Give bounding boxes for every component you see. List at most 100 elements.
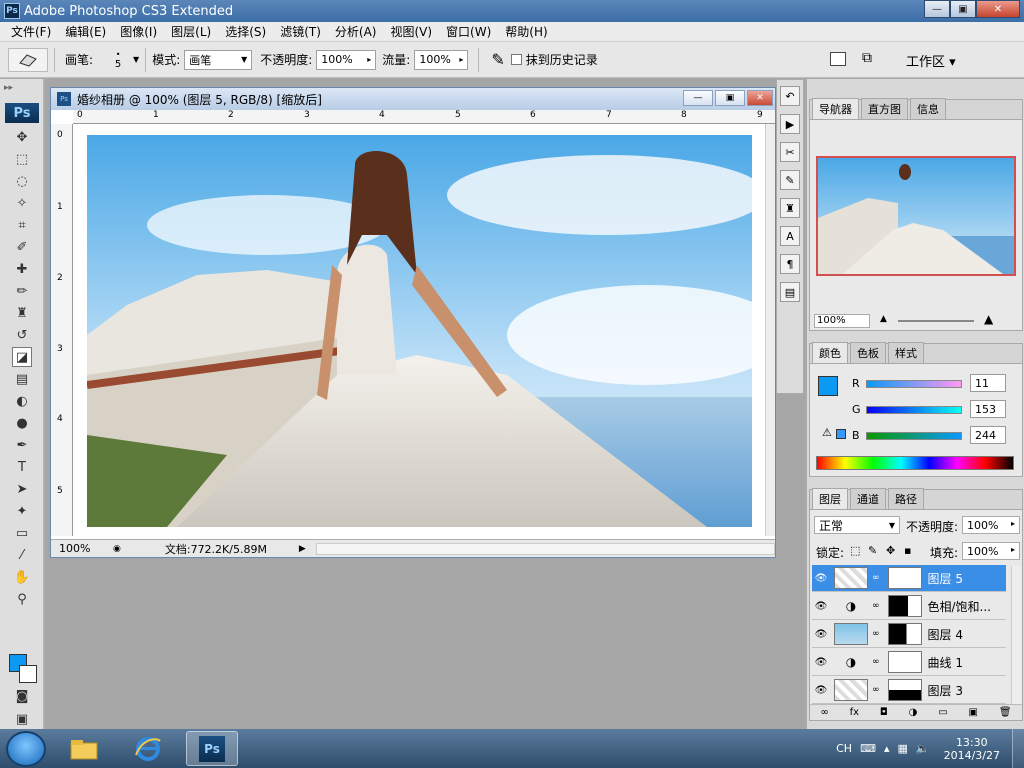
navigator-preview[interactable] xyxy=(816,156,1016,276)
language-indicator[interactable]: CH xyxy=(836,742,852,755)
paragraph-icon[interactable]: ¶ xyxy=(780,254,800,274)
mode-select[interactable]: 画笔 ▼ xyxy=(184,49,253,70)
menu-layer[interactable]: 图层(L) xyxy=(164,23,218,40)
add-mask-icon[interactable]: ◘ xyxy=(880,707,888,718)
photoshop-taskbar-icon[interactable]: Ps xyxy=(186,731,238,766)
eyedropper-tool-icon[interactable]: ⁄ xyxy=(12,545,32,565)
screen-mode-icon[interactable]: ▣ xyxy=(12,709,32,729)
chain-icon[interactable]: ∞ xyxy=(872,573,880,583)
new-group-icon[interactable]: ▭ xyxy=(938,707,947,718)
clone-stamp-tool-icon[interactable]: ♜ xyxy=(12,303,32,323)
menu-image[interactable]: 图像(I) xyxy=(113,23,164,40)
lasso-tool-icon[interactable]: ◌ xyxy=(12,171,32,191)
opacity-input[interactable]: 100% ▸ xyxy=(316,49,377,70)
web-safe-swatch[interactable] xyxy=(836,429,846,439)
chain-icon[interactable]: ∞ xyxy=(872,601,880,611)
brush-tool-icon[interactable]: ✏ xyxy=(12,281,32,301)
navigator-zoom-slider[interactable] xyxy=(898,320,974,322)
menu-select[interactable]: 选择(S) xyxy=(218,23,273,40)
internet-explorer-taskbar-icon[interactable] xyxy=(122,731,174,766)
blend-mode-select[interactable]: 正常 ▼ xyxy=(814,516,900,534)
layer-row[interactable]: 👁 ◑ ∞ 曲线 1 xyxy=(812,649,1006,676)
eraser-tool-preset-icon[interactable] xyxy=(8,47,48,72)
dodge-tool-icon[interactable]: ● xyxy=(12,413,32,433)
g-input[interactable]: 153 xyxy=(970,400,1006,418)
doc-close-button[interactable]: ✕ xyxy=(747,90,773,106)
crop-tool-icon[interactable]: ⌗ xyxy=(12,215,32,235)
history-brush-tool-icon[interactable]: ↺ xyxy=(12,325,32,345)
zoom-out-icon[interactable]: ▲ xyxy=(880,314,887,324)
blur-tool-icon[interactable]: ◐ xyxy=(12,391,32,411)
navigator-zoom-field[interactable]: 100% xyxy=(814,314,870,328)
menu-help[interactable]: 帮助(H) xyxy=(498,23,554,40)
marquee-tool-icon[interactable]: ⬚ xyxy=(12,149,32,169)
minimize-button[interactable]: — xyxy=(924,0,950,18)
visibility-eye-icon[interactable]: 👁 xyxy=(812,601,830,612)
clock[interactable]: 13:30 2014/3/27 xyxy=(944,736,1000,762)
menu-file[interactable]: 文件(F) xyxy=(4,23,58,40)
flow-input[interactable]: 100% ▸ xyxy=(414,49,469,70)
visibility-eye-icon[interactable]: 👁 xyxy=(812,657,830,668)
tab-paths[interactable]: 路径 xyxy=(888,488,924,509)
bridge-icon[interactable]: ⧉ xyxy=(862,50,872,66)
layer-row[interactable]: 👁 ∞ 图层 5 xyxy=(812,565,1006,592)
color-spectrum-bar[interactable] xyxy=(816,456,1014,470)
move-tool-icon[interactable]: ✥ xyxy=(12,127,32,147)
eraser-tool-icon[interactable]: ◪ xyxy=(12,347,32,367)
hand-tool-icon[interactable]: ✋ xyxy=(12,567,32,587)
status-menu-icon[interactable]: ◉ xyxy=(113,544,121,554)
magic-wand-tool-icon[interactable]: ✧ xyxy=(12,193,32,213)
maximize-button[interactable]: ▣ xyxy=(950,0,976,18)
layers-scrollbar[interactable] xyxy=(1011,566,1021,706)
tab-color[interactable]: 颜色 xyxy=(812,342,848,363)
tab-styles[interactable]: 样式 xyxy=(888,342,924,363)
chain-icon[interactable]: ∞ xyxy=(872,685,880,695)
layer-row[interactable]: 👁 ∞ 图层 4 xyxy=(812,621,1006,648)
gamut-warning-icon[interactable]: ⚠ xyxy=(822,426,832,439)
volume-icon[interactable]: 🔈 xyxy=(916,742,930,755)
visibility-eye-icon[interactable]: 👁 xyxy=(812,573,830,584)
healing-brush-tool-icon[interactable]: ✚ xyxy=(12,259,32,279)
tab-histogram[interactable]: 直方图 xyxy=(861,98,908,119)
quick-mask-icon[interactable]: ◙ xyxy=(12,686,32,706)
menu-view[interactable]: 视图(V) xyxy=(383,23,439,40)
b-input[interactable]: 244 xyxy=(970,426,1006,444)
path-selection-tool-icon[interactable]: ➤ xyxy=(12,479,32,499)
start-button[interactable] xyxy=(6,730,46,767)
show-desktop-button[interactable] xyxy=(1012,729,1024,768)
brushes-icon[interactable]: ✎ xyxy=(780,170,800,190)
history-icon[interactable]: ↶ xyxy=(780,86,800,106)
delete-layer-icon[interactable]: 🗑 xyxy=(999,707,1012,718)
clone-source-icon[interactable]: ♜ xyxy=(780,198,800,218)
layer-style-icon[interactable]: fx xyxy=(850,707,859,718)
tab-swatches[interactable]: 色板 xyxy=(850,342,886,363)
custom-shape-tool-icon[interactable]: ✦ xyxy=(12,501,32,521)
color-fg-swatch[interactable] xyxy=(818,376,838,396)
tool-presets-icon[interactable]: ✂ xyxy=(780,142,800,162)
explorer-taskbar-icon[interactable] xyxy=(58,731,110,766)
tab-channels[interactable]: 通道 xyxy=(850,488,886,509)
gradient-tool-icon[interactable]: ▤ xyxy=(12,369,32,389)
palette-well-icon[interactable] xyxy=(830,52,846,66)
visibility-eye-icon[interactable]: 👁 xyxy=(812,685,830,696)
layer-row[interactable]: 👁 ◑ ∞ 色相/饱和... xyxy=(812,593,1006,620)
close-button[interactable]: ✕ xyxy=(976,0,1020,18)
tab-navigator[interactable]: 导航器 xyxy=(812,98,859,119)
chevron-down-icon[interactable]: ▼ xyxy=(133,55,139,64)
doc-maximize-button[interactable]: ▣ xyxy=(715,90,745,106)
slice-tool-icon[interactable]: ✐ xyxy=(12,237,32,257)
background-color-swatch[interactable] xyxy=(19,665,37,683)
airbrush-icon[interactable]: ✎ xyxy=(491,50,504,69)
image-canvas[interactable] xyxy=(87,135,752,527)
chain-icon[interactable]: ∞ xyxy=(872,657,880,667)
horizontal-scrollbar[interactable] xyxy=(315,542,775,555)
r-input[interactable]: 11 xyxy=(970,374,1006,392)
keyboard-icon[interactable]: ⌨ xyxy=(860,742,876,755)
r-slider[interactable] xyxy=(866,380,962,388)
brush-picker[interactable]: • 5 xyxy=(103,50,133,70)
lock-transparent-icon[interactable]: ⬚ xyxy=(850,544,860,557)
g-slider[interactable] xyxy=(866,406,962,414)
layer-opacity-input[interactable]: 100% ▸ xyxy=(962,516,1020,534)
fill-input[interactable]: 100% ▸ xyxy=(962,542,1020,560)
document-titlebar[interactable]: Ps 婚纱相册 @ 100% (图层 5, RGB/8) [缩放后] xyxy=(51,88,775,110)
